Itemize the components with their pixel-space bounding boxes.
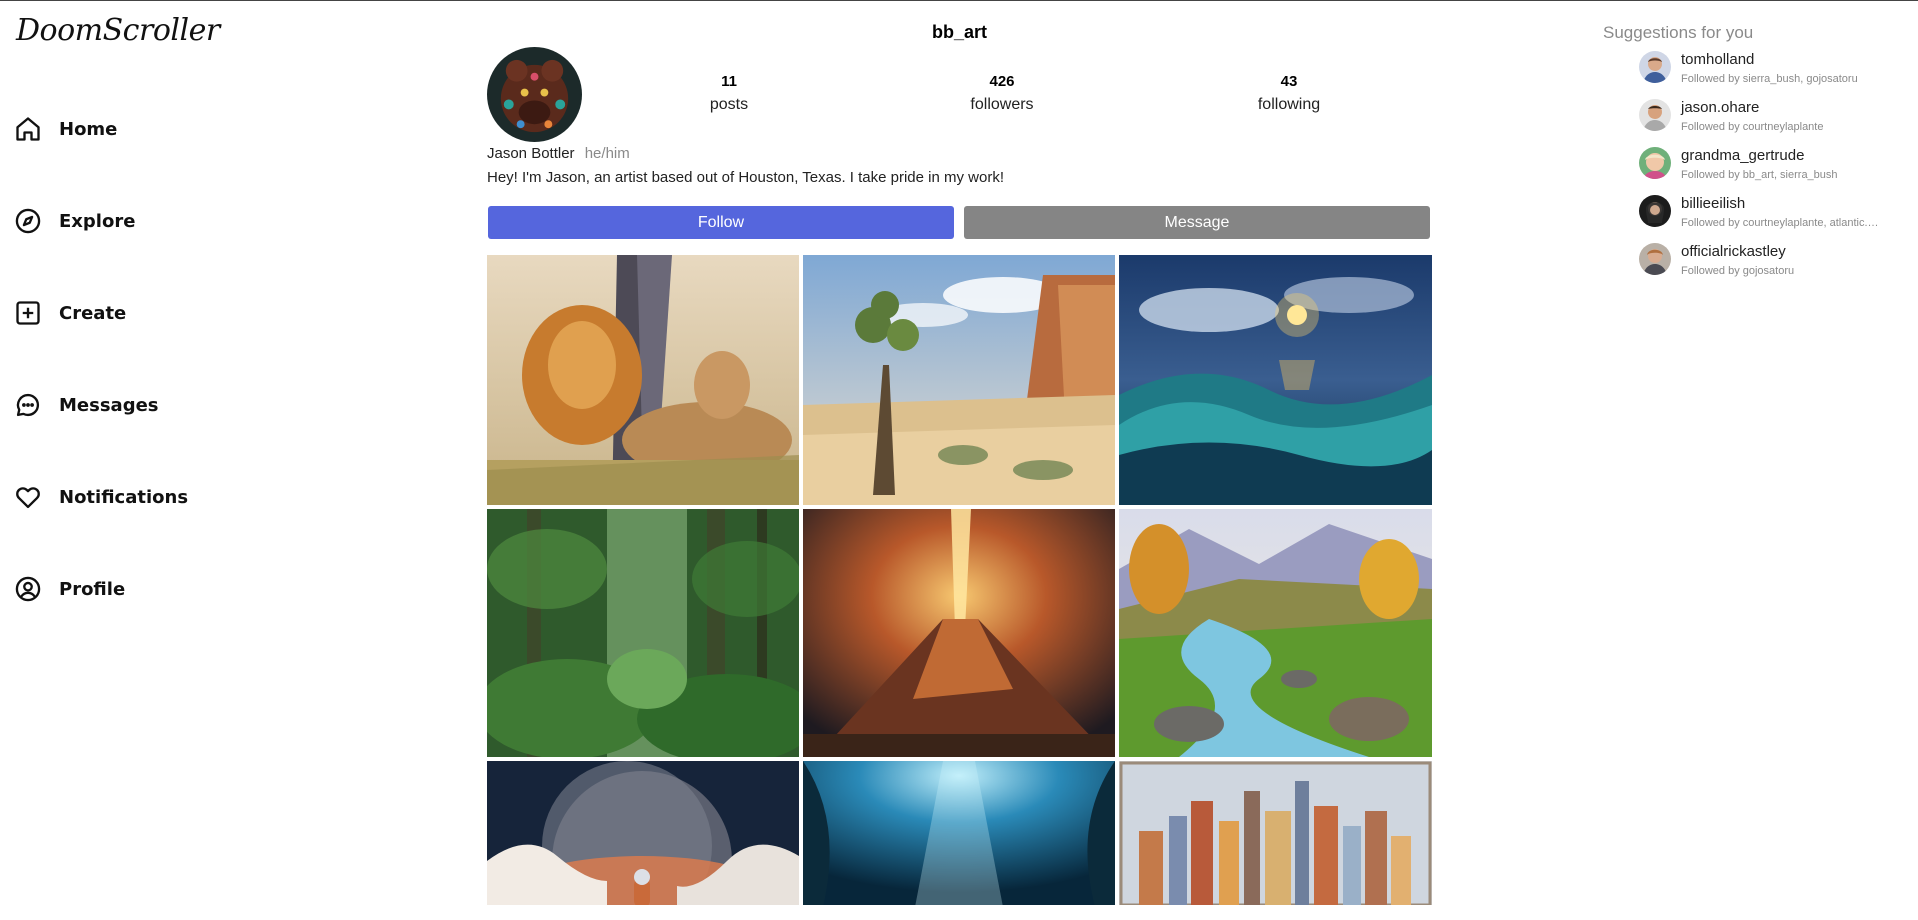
follow-button[interactable]: Follow: [488, 206, 954, 239]
suggestion-followed-by: Followed by bb_art, sierra_bush: [1681, 169, 1838, 181]
user-circle-icon: [14, 575, 42, 603]
suggestion-item[interactable]: billieeilish Followed by courtneylaplant…: [1639, 193, 1899, 233]
nav-item-profile[interactable]: Profile: [14, 573, 125, 605]
suggestion-followed-by: Followed by sierra_bush, gojosatoru: [1681, 73, 1858, 85]
post-tile-jungle-painting[interactable]: [487, 509, 799, 757]
suggestion-username[interactable]: tomholland: [1681, 51, 1754, 68]
profile-avatar[interactable]: [487, 47, 582, 142]
stat-following[interactable]: 43 following: [1209, 73, 1369, 114]
post-tile-desert-painting[interactable]: [803, 255, 1115, 505]
suggestion-item[interactable]: grandma_gertrude Followed by bb_art, sie…: [1639, 145, 1899, 185]
suggestion-followed-by: Followed by courtneylaplante, atlantic.f…: [1681, 217, 1881, 229]
stat-followers[interactable]: 426 followers: [922, 73, 1082, 114]
profile-bio: Hey! I'm Jason, an artist based out of H…: [487, 169, 1004, 186]
suggestion-avatar[interactable]: [1639, 147, 1671, 179]
sidebar: DoomScroller Home Explore Create Message…: [0, 1, 320, 920]
suggestion-followed-by: Followed by courtneylaplante: [1681, 121, 1824, 133]
post-tile-underwater-painting[interactable]: [803, 761, 1115, 905]
profile-display-name-row: Jason Bottler he/him: [487, 145, 630, 162]
post-tile-river-painting[interactable]: [1119, 509, 1432, 757]
suggestion-avatar[interactable]: [1639, 195, 1671, 227]
profile-display-name: Jason Bottler: [487, 145, 575, 162]
message-button[interactable]: Message: [964, 206, 1430, 239]
suggestion-avatar[interactable]: [1639, 243, 1671, 275]
suggestion-item[interactable]: officialrickastley Followed by gojosator…: [1639, 241, 1899, 281]
suggestions-title: Suggestions for you: [1603, 23, 1754, 42]
post-tile-astronaut-painting[interactable]: [487, 761, 799, 905]
stat-posts-count: 11: [721, 73, 737, 90]
compass-icon: [14, 207, 42, 235]
nav-label-explore: Explore: [59, 210, 136, 232]
post-tile-city-painting[interactable]: [1119, 761, 1432, 905]
suggestion-item[interactable]: tomholland Followed by sierra_bush, gojo…: [1639, 49, 1899, 89]
stat-posts[interactable]: 11 posts: [649, 73, 809, 114]
profile-pronouns: he/him: [584, 145, 630, 162]
app-logo[interactable]: DoomScroller: [16, 13, 220, 48]
stat-following-count: 43: [1280, 73, 1298, 90]
nav-label-profile: Profile: [59, 578, 126, 600]
nav-item-messages[interactable]: Messages: [14, 389, 159, 421]
post-tile-ocean-painting[interactable]: [1119, 255, 1432, 505]
suggestion-username[interactable]: billieeilish: [1681, 195, 1745, 212]
nav-label-create: Create: [59, 302, 127, 324]
suggestion-username[interactable]: grandma_gertrude: [1681, 147, 1804, 164]
nav-item-notifications[interactable]: Notifications: [14, 481, 188, 513]
suggestion-item[interactable]: jason.ohare Followed by courtneylaplante: [1639, 97, 1899, 137]
suggestion-avatar[interactable]: [1639, 99, 1671, 131]
home-icon: [14, 115, 42, 143]
stat-following-label: following: [1257, 96, 1321, 113]
nav-item-create[interactable]: Create: [14, 297, 126, 329]
post-tile-volcano-painting[interactable]: [803, 509, 1115, 757]
post-tile-lion-painting[interactable]: [487, 255, 799, 505]
nav-item-explore[interactable]: Explore: [14, 205, 135, 237]
plus-square-icon: [14, 299, 42, 327]
stat-followers-label: followers: [970, 96, 1034, 113]
stat-followers-count: 426: [989, 73, 1015, 90]
profile-username: bb_art: [931, 22, 987, 42]
suggestion-username[interactable]: jason.ohare: [1681, 99, 1759, 116]
heart-icon: [14, 483, 42, 511]
suggestion-username[interactable]: officialrickastley: [1681, 243, 1786, 260]
nav-label-notifications: Notifications: [59, 486, 189, 508]
post-grid: [487, 255, 1432, 905]
nav-label-messages: Messages: [59, 394, 159, 416]
nav-item-home[interactable]: Home: [14, 113, 117, 145]
nav-label-home: Home: [59, 118, 118, 140]
chat-bubble-icon: [14, 391, 42, 419]
suggestion-avatar[interactable]: [1639, 51, 1671, 83]
stat-posts-label: posts: [709, 96, 749, 113]
suggestion-followed-by: Followed by gojosatoru: [1681, 265, 1795, 277]
